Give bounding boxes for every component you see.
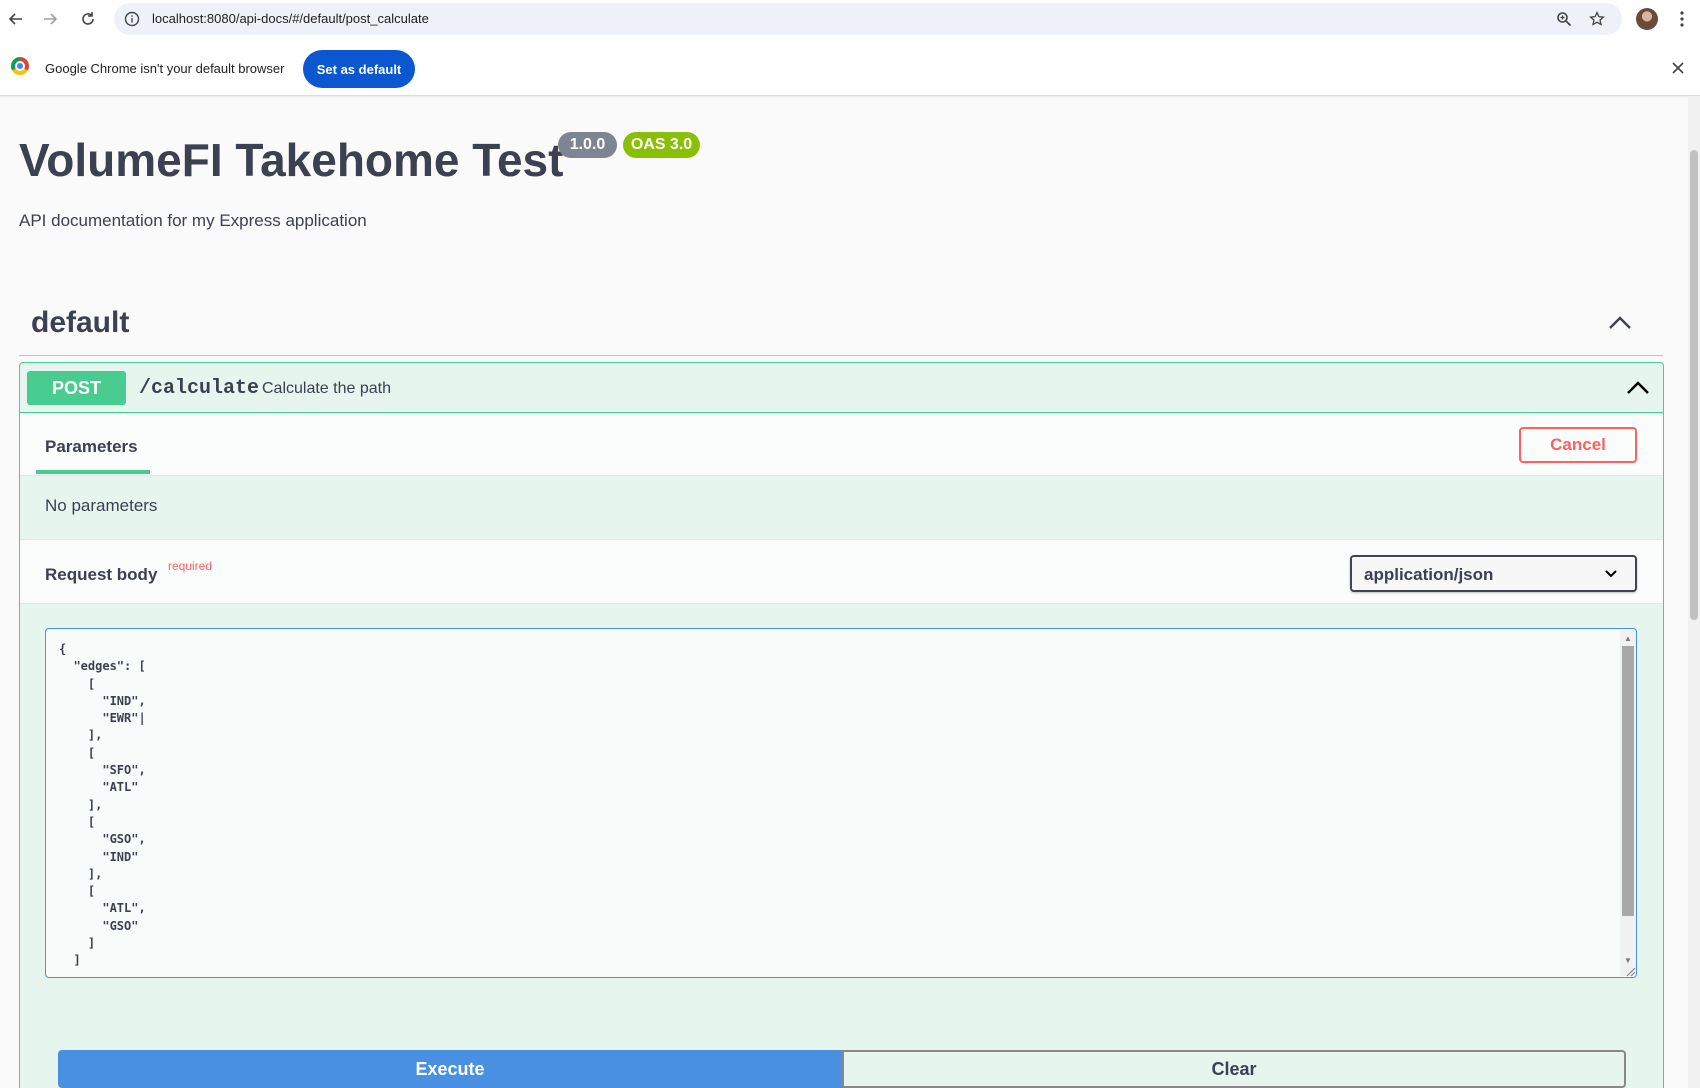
- required-marker: required: [168, 559, 213, 573]
- bookmark-star-icon[interactable]: [1587, 9, 1607, 29]
- chevron-up-icon[interactable]: [1607, 310, 1633, 336]
- execute-button[interactable]: Execute: [58, 1050, 842, 1088]
- browser-toolbar: localhost:8080/api-docs/#/default/post_c…: [0, 0, 1700, 38]
- tag-section-default[interactable]: default: [19, 290, 1663, 356]
- browser-menu-icon[interactable]: [1672, 7, 1692, 31]
- chevron-up-icon[interactable]: [1625, 375, 1651, 401]
- request-body-editor[interactable]: { "edges": [ [ "IND", "EWR"| ], [ "SFO",…: [45, 628, 1637, 978]
- oas-badge: OAS 3.0: [623, 132, 700, 158]
- editor-scrollbar[interactable]: ▲ ▼: [1620, 630, 1636, 976]
- request-body-label: Request body: [45, 565, 158, 584]
- reload-icon[interactable]: [76, 7, 100, 31]
- request-body-code[interactable]: { "edges": [ [ "IND", "EWR"| ], [ "SFO",…: [59, 641, 146, 977]
- editor-scrollbar-thumb[interactable]: [1622, 646, 1634, 916]
- chevron-down-icon[interactable]: [1602, 565, 1620, 583]
- parameters-header: Parameters Cancel: [20, 414, 1663, 476]
- zoom-icon[interactable]: [1554, 9, 1574, 29]
- operation-path[interactable]: /calculate: [139, 377, 259, 400]
- address-bar[interactable]: localhost:8080/api-docs/#/default/post_c…: [114, 3, 1622, 35]
- request-body-header: Request body required application/json: [20, 539, 1663, 604]
- profile-avatar[interactable]: [1636, 8, 1658, 30]
- tab-parameters[interactable]: Parameters: [45, 437, 138, 457]
- default-browser-infobar: Google Chrome isn't your default browser…: [0, 38, 1700, 96]
- resize-handle-icon[interactable]: [1624, 965, 1636, 977]
- cancel-button[interactable]: Cancel: [1519, 427, 1637, 463]
- tab-active-indicator: [36, 470, 150, 474]
- api-description: API documentation for my Express applica…: [19, 211, 367, 230]
- operation-block-post-calculate: POST /calculate Calculate the path Param…: [19, 362, 1664, 1088]
- set-as-default-button[interactable]: Set as default: [303, 50, 415, 88]
- scroll-down-arrow-icon[interactable]: ▼: [1624, 956, 1632, 965]
- forward-icon[interactable]: [38, 7, 62, 31]
- close-icon[interactable]: [1668, 58, 1688, 78]
- infobar-message: Google Chrome isn't your default browser: [45, 61, 285, 76]
- version-badge: 1.0.0: [558, 132, 617, 158]
- page-scrollbar[interactable]: [1688, 96, 1700, 1088]
- page-title: VolumeFI Takehome Test: [19, 134, 564, 186]
- chrome-logo-icon: [11, 57, 29, 75]
- scroll-up-arrow-icon[interactable]: ▲: [1624, 634, 1632, 643]
- execute-button-group: Execute Clear: [58, 1050, 1626, 1088]
- content-type-value[interactable]: application/json: [1364, 565, 1493, 585]
- clear-button[interactable]: Clear: [842, 1050, 1626, 1088]
- no-parameters-text: No parameters: [45, 496, 158, 515]
- method-badge: POST: [27, 371, 126, 405]
- content-type-select[interactable]: application/json: [1350, 555, 1637, 592]
- site-info-icon[interactable]: [122, 9, 142, 29]
- tag-name[interactable]: default: [31, 306, 129, 340]
- page-scrollbar-thumb[interactable]: [1690, 150, 1698, 620]
- operation-summary[interactable]: POST /calculate Calculate the path: [20, 363, 1663, 413]
- back-icon[interactable]: [4, 7, 28, 31]
- operation-description: Calculate the path: [262, 380, 391, 397]
- url-text[interactable]: localhost:8080/api-docs/#/default/post_c…: [152, 11, 429, 26]
